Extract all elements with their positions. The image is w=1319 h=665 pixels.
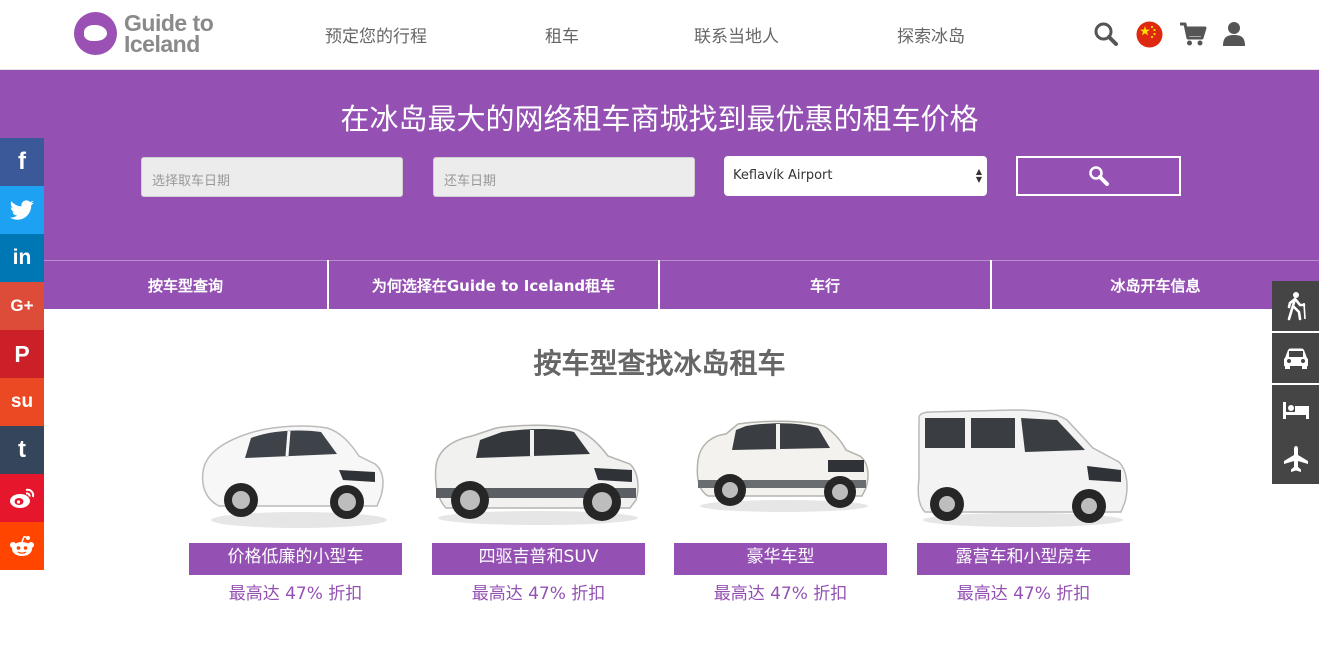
car-icon[interactable] bbox=[1272, 333, 1319, 383]
nav-contact-locals[interactable]: 联系当地人 bbox=[694, 22, 779, 47]
search-hero: 在冰岛最大的网络租车商城找到最优惠的租车价格 选择取车日期 还车日期 Kefla… bbox=[0, 70, 1319, 309]
user-account-icon[interactable] bbox=[1219, 19, 1249, 49]
car-category-label[interactable]: 露营车和小型房车 bbox=[917, 543, 1130, 575]
select-arrows-icon: ▲ ▼ bbox=[975, 167, 982, 184]
campervan-image bbox=[917, 409, 1128, 527]
bed-icon[interactable] bbox=[1272, 385, 1319, 435]
pinterest-icon[interactable]: P bbox=[0, 330, 44, 378]
logo[interactable]: Guide to Iceland bbox=[74, 11, 214, 57]
twitter-icon[interactable] bbox=[0, 186, 44, 234]
linkedin-icon[interactable]: in bbox=[0, 234, 44, 282]
tab-why-choose[interactable]: 为何选择在Guide to Iceland租车 bbox=[329, 262, 658, 309]
nav-car-rental[interactable]: 租车 bbox=[545, 22, 579, 47]
car-category-label[interactable]: 四驱吉普和SUV bbox=[432, 543, 645, 575]
shopping-cart-icon[interactable] bbox=[1178, 19, 1208, 49]
reddit-icon[interactable] bbox=[0, 522, 44, 570]
section-title: 按车型查找冰岛租车 bbox=[533, 347, 786, 380]
logo-line-2: Iceland bbox=[124, 30, 200, 57]
magnifier-icon bbox=[1088, 166, 1109, 186]
google-plus-icon[interactable]: G+ bbox=[0, 282, 44, 330]
hero-title: 在冰岛最大的网络租车商城找到最优惠的租车价格 bbox=[340, 102, 979, 136]
airplane-icon[interactable] bbox=[1272, 434, 1319, 484]
search-button[interactable] bbox=[1016, 156, 1181, 196]
return-date-field[interactable]: 还车日期 bbox=[433, 157, 695, 197]
tumblr-icon[interactable]: t bbox=[0, 426, 44, 474]
china-flag-icon[interactable] bbox=[1134, 19, 1164, 49]
tab-search-by-type[interactable]: 按车型查询 bbox=[44, 262, 327, 309]
tab-driving-info[interactable]: 冰岛开车信息 bbox=[992, 262, 1319, 309]
car-discount-text: 最高达 47% 折扣 bbox=[956, 584, 1091, 604]
car-category-4x4-suv[interactable]: 四驱吉普和SUV 最高达 47% 折扣 bbox=[432, 402, 645, 604]
stumbleupon-icon[interactable]: su bbox=[0, 378, 44, 426]
car-category-label[interactable]: 豪华车型 bbox=[674, 543, 887, 575]
suv-car-image bbox=[434, 424, 639, 525]
car-category-luxury[interactable]: 豪华车型 最高达 47% 折扣 bbox=[674, 402, 887, 604]
nav-book-trip[interactable]: 预定您的行程 bbox=[325, 22, 427, 47]
car-discount-text: 最高达 47% 折扣 bbox=[228, 584, 363, 604]
car-category-compact[interactable]: 价格低廉的小型车 最高达 47% 折扣 bbox=[189, 402, 402, 604]
site-header: Guide to Iceland 预定您的行程 租车 联系当地人 探索冰岛 bbox=[0, 0, 1319, 70]
car-discount-text: 最高达 47% 折扣 bbox=[713, 584, 848, 604]
hero-divider bbox=[44, 260, 1319, 261]
car-category-label[interactable]: 价格低廉的小型车 bbox=[189, 543, 402, 575]
car-discount-text: 最高达 47% 折扣 bbox=[471, 584, 606, 604]
compact-car-image bbox=[201, 425, 387, 528]
page: Guide to Iceland 预定您的行程 租车 联系当地人 探索冰岛 在冰… bbox=[0, 0, 1319, 665]
luxury-car-image bbox=[696, 420, 869, 512]
search-icon[interactable] bbox=[1091, 19, 1121, 49]
nav-explore-iceland[interactable]: 探索冰岛 bbox=[897, 22, 965, 47]
facebook-icon[interactable]: f bbox=[0, 138, 44, 186]
logo-text: Guide to Iceland bbox=[124, 11, 214, 57]
hiking-icon[interactable] bbox=[1272, 281, 1319, 331]
iceland-logo-icon bbox=[74, 12, 117, 55]
pickup-location-select[interactable]: Keflavík Airport ▲ ▼ bbox=[724, 156, 987, 196]
weibo-icon[interactable] bbox=[0, 474, 44, 522]
pickup-location-value: Keflavík Airport bbox=[733, 168, 833, 183]
car-category-campervan[interactable]: 露营车和小型房车 最高达 47% 折扣 bbox=[917, 402, 1130, 604]
pickup-date-field[interactable]: 选择取车日期 bbox=[141, 157, 403, 197]
tab-rental-companies[interactable]: 车行 bbox=[660, 262, 990, 309]
